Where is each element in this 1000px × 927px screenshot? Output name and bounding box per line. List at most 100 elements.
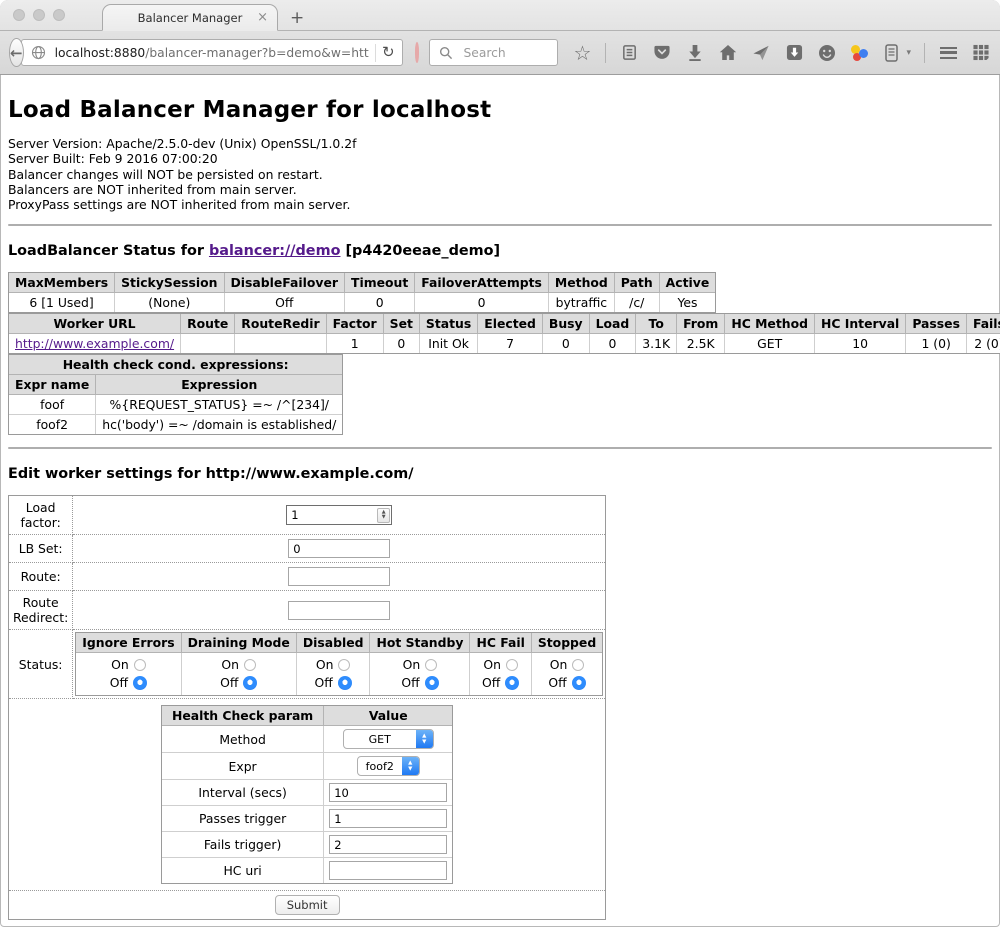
ignore-errors-off-radio[interactable] xyxy=(133,676,147,690)
window-close-button[interactable] xyxy=(13,9,25,21)
status-cell-hot-standby: On Off xyxy=(370,653,470,695)
load-factor-input[interactable] xyxy=(287,508,377,522)
form-row-status: Status: Ignore Errors Draining Mode Disa… xyxy=(9,630,605,699)
hc-fail-off-radio[interactable] xyxy=(505,676,519,690)
expr-select[interactable]: foof2 xyxy=(357,756,420,776)
col-failoverattempts: FailoverAttempts xyxy=(415,273,549,293)
form-row-route: Route: xyxy=(9,563,605,591)
col-status: Status xyxy=(420,314,478,334)
status-heading-prefix: LoadBalancer Status for xyxy=(8,243,209,259)
route-redirect-label: Route Redirect: xyxy=(9,591,73,630)
status-cell-disabled: On Off xyxy=(297,653,371,695)
cell-method: bytraffic xyxy=(549,293,615,312)
col-hc-value: Value xyxy=(324,706,452,726)
home-icon[interactable] xyxy=(718,43,738,63)
disabled-on-radio[interactable] xyxy=(338,659,350,671)
tab-close-icon[interactable]: × xyxy=(257,11,268,24)
cell-load: 0 xyxy=(590,334,637,353)
route-redirect-input[interactable] xyxy=(288,601,390,620)
colors-icon[interactable] xyxy=(850,44,868,62)
form-row-health-check: Health Check param Value Method GET Expr xyxy=(9,699,605,891)
ignore-errors-on-radio[interactable] xyxy=(134,659,146,671)
cell-expression: hc('body') =~ /domain is established/ xyxy=(96,415,342,434)
lb-set-input[interactable] xyxy=(288,539,390,558)
off-label: Off xyxy=(548,674,566,692)
col-ignore-errors: Ignore Errors xyxy=(76,633,181,653)
content-blocked-icon[interactable] xyxy=(415,42,420,63)
reload-icon[interactable]: ↻ xyxy=(382,45,395,60)
panel-download-icon[interactable] xyxy=(784,43,804,63)
cell-expr-name: foof2 xyxy=(9,415,96,434)
url-text: localhost:8880/balancer-manager?b=demo&w… xyxy=(55,46,369,60)
status-cell-hc-fail: On Off xyxy=(470,653,531,695)
server-info: Server Version: Apache/2.5.0-dev (Unix) … xyxy=(8,136,992,212)
col-fails: Fails xyxy=(967,314,1000,334)
balancer-link[interactable]: balancer://demo xyxy=(209,243,341,259)
share-icon[interactable] xyxy=(751,43,771,63)
apps-icon[interactable] xyxy=(971,43,991,63)
search-bar[interactable] xyxy=(429,39,558,66)
table-row: foof2 hc('body') =~ /domain is establish… xyxy=(9,415,342,434)
expr-table-title: Health check cond. expressions: xyxy=(9,355,342,375)
search-icon xyxy=(436,43,456,63)
back-button[interactable]: ← xyxy=(9,38,24,67)
edit-worker-form: Load factor: LB Set: Route: Route Redire… xyxy=(8,495,606,920)
cell-hc-method: GET xyxy=(725,334,815,353)
hc-row-method: Method GET xyxy=(162,726,452,753)
submit-button[interactable]: Submit xyxy=(275,895,340,915)
stopped-on-radio[interactable] xyxy=(572,659,584,671)
col-load: Load xyxy=(590,314,637,334)
method-select[interactable]: GET xyxy=(343,729,434,749)
cell-elected: 7 xyxy=(478,334,543,353)
spinner-icon[interactable] xyxy=(377,508,390,523)
search-input[interactable] xyxy=(461,45,551,61)
url-bar[interactable]: localhost:8880/balancer-manager?b=demo&w… xyxy=(21,39,403,66)
feedback-icon[interactable] xyxy=(817,43,837,63)
worker-url-link[interactable]: http://www.example.com/ xyxy=(15,336,174,351)
window-zoom-button[interactable] xyxy=(53,9,65,21)
col-busy: Busy xyxy=(543,314,590,334)
cell-hc-interval: 10 xyxy=(815,334,906,353)
hc-row-hc-uri: HC uri xyxy=(162,858,452,883)
passes-input[interactable] xyxy=(329,809,447,828)
draining-mode-on-radio[interactable] xyxy=(244,659,256,671)
cell-factor: 1 xyxy=(327,334,384,353)
disabled-off-radio[interactable] xyxy=(338,676,352,690)
route-input[interactable] xyxy=(288,567,390,586)
notes-icon[interactable] xyxy=(881,43,901,63)
pocket-icon[interactable] xyxy=(652,43,672,63)
reading-list-icon[interactable] xyxy=(619,43,639,63)
tab-balancer-manager[interactable]: Balancer Manager × xyxy=(102,4,278,31)
menu-icon[interactable] xyxy=(938,43,958,63)
hot-standby-on-radio[interactable] xyxy=(425,659,437,671)
cell-path: /c/ xyxy=(615,293,660,312)
hc-uri-input[interactable] xyxy=(329,861,447,880)
bookmark-star-icon[interactable]: ☆ xyxy=(572,43,592,63)
status-cell-stopped: On Off xyxy=(532,653,602,695)
cell-disablefailover: Off xyxy=(225,293,346,312)
download-icon[interactable] xyxy=(685,43,705,63)
window-minimize-button[interactable] xyxy=(33,9,45,21)
select-stepper-icon xyxy=(416,730,433,748)
overflow-caret-icon[interactable]: ▾ xyxy=(906,48,911,58)
col-disablefailover: DisableFailover xyxy=(225,273,346,293)
cell-expr-name: foof xyxy=(9,395,96,415)
form-row-lb-set: LB Set: xyxy=(9,535,605,563)
stopped-off-radio[interactable] xyxy=(572,676,586,690)
divider xyxy=(8,224,992,226)
hc-row-interval: Interval (secs) xyxy=(162,780,452,806)
cell-routeredir xyxy=(235,334,326,353)
on-label: On xyxy=(221,656,239,674)
col-elected: Elected xyxy=(478,314,543,334)
new-tab-button[interactable]: + xyxy=(290,10,304,27)
balancer-status-table: MaxMembers StickySession DisableFailover… xyxy=(8,272,716,313)
draining-mode-off-radio[interactable] xyxy=(243,676,257,690)
interval-input[interactable] xyxy=(329,783,447,802)
off-label: Off xyxy=(315,674,333,692)
col-hc-param: Health Check param xyxy=(162,706,324,726)
hc-fail-on-radio[interactable] xyxy=(506,659,518,671)
fails-input[interactable] xyxy=(329,835,447,854)
hot-standby-off-radio[interactable] xyxy=(425,676,439,690)
tab-title: Balancer Manager xyxy=(138,11,243,25)
hc-row-expr: Expr foof2 xyxy=(162,753,452,780)
